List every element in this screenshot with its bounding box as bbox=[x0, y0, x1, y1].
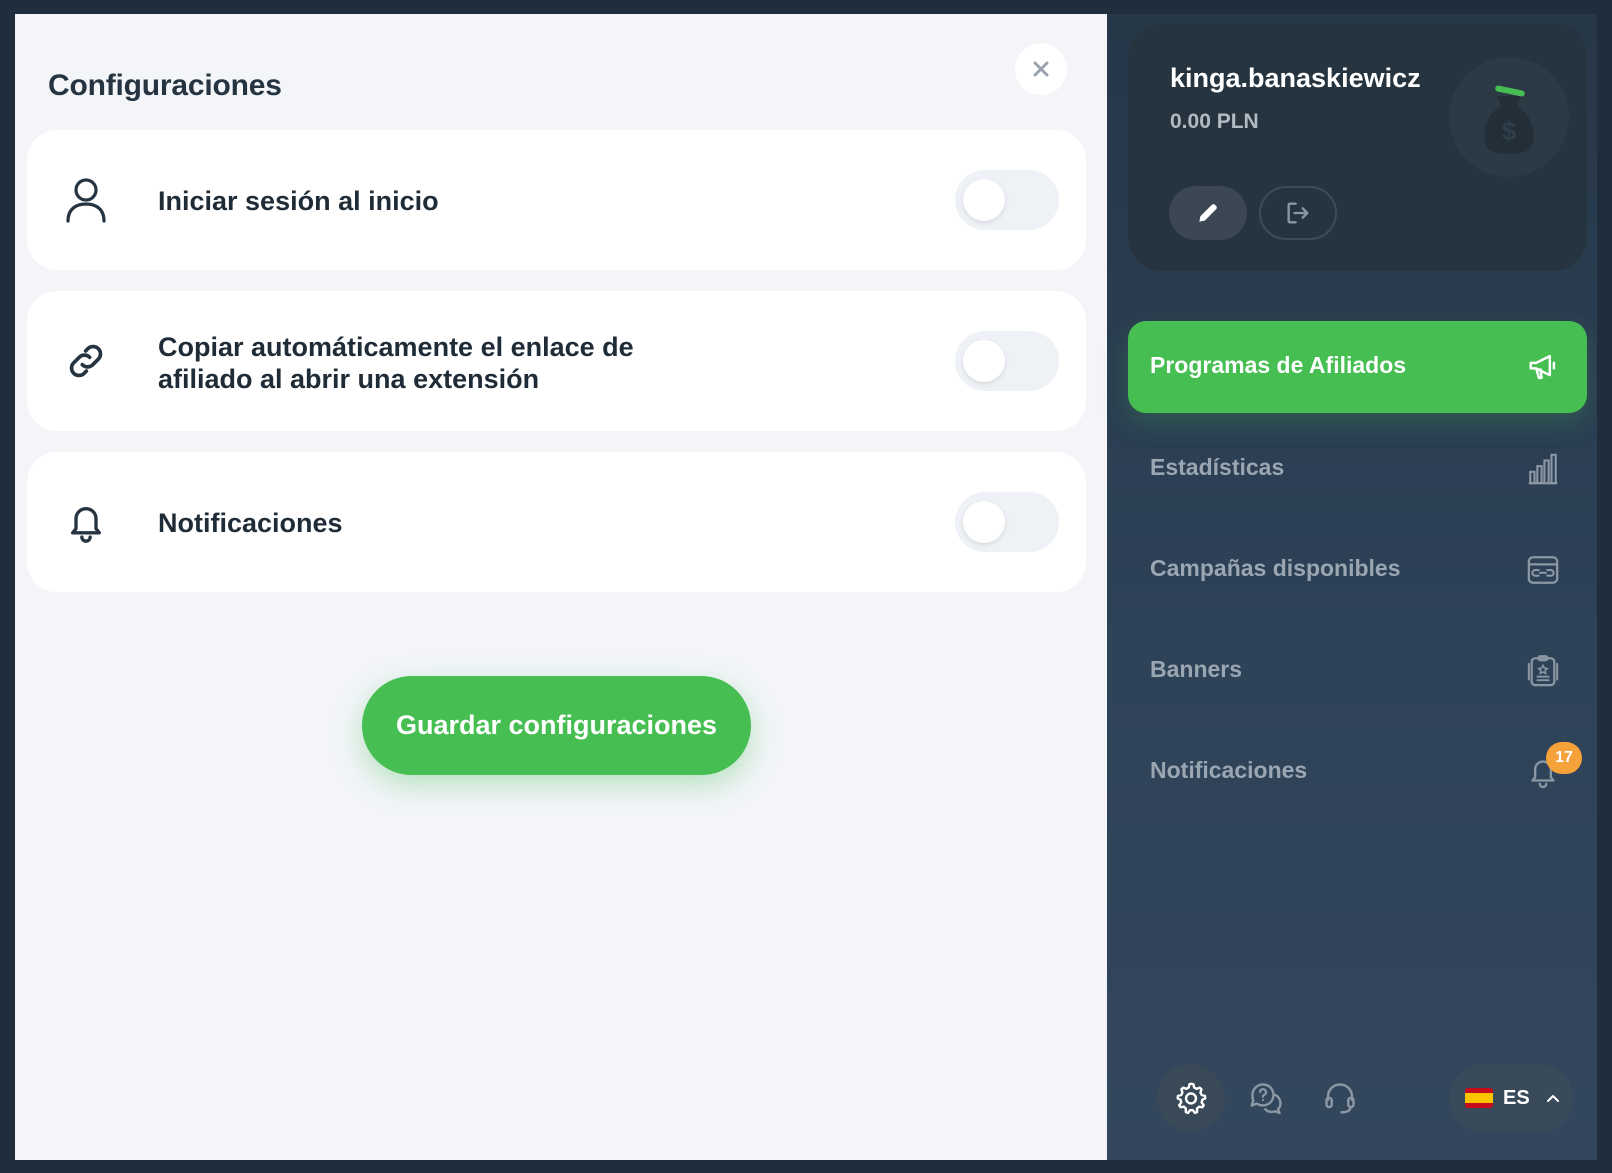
setting-label: Notificaciones bbox=[158, 508, 343, 538]
banner-clipboard-icon bbox=[1525, 653, 1561, 689]
nav-item-label: Banners bbox=[1150, 656, 1243, 682]
setting-card-login-on-startup: Iniciar sesión al inicio bbox=[27, 130, 1086, 270]
toggle-knob bbox=[963, 179, 1005, 221]
nav-item-label: Campañas disponibles bbox=[1150, 555, 1401, 581]
username: kinga.banaskiewicz bbox=[1170, 63, 1421, 93]
pencil-icon bbox=[1199, 204, 1217, 222]
balance: 0.00 PLN bbox=[1170, 110, 1259, 133]
language-selector[interactable]: ES bbox=[1449, 1064, 1573, 1132]
setting-card-notifications: Notificaciones bbox=[27, 452, 1086, 592]
settings-button[interactable] bbox=[1157, 1064, 1225, 1132]
setting-label: Copiar automáticamente el enlace de afil… bbox=[158, 331, 718, 395]
edit-profile-button[interactable] bbox=[1169, 186, 1247, 240]
notifications-toggle[interactable] bbox=[955, 492, 1059, 552]
setting-card-auto-copy-link: Copiar automáticamente el enlace de afil… bbox=[27, 291, 1086, 431]
setting-label-line-2: afiliado al abrir una extensión bbox=[158, 364, 540, 394]
nav-item-available-campaigns[interactable]: Campañas disponibles bbox=[1128, 524, 1587, 616]
toggle-knob bbox=[963, 340, 1005, 382]
faq-button[interactable] bbox=[1232, 1064, 1300, 1132]
save-settings-button[interactable]: Guardar configuraciones bbox=[362, 676, 751, 775]
user-icon bbox=[63, 177, 109, 223]
language-code: ES bbox=[1503, 1086, 1530, 1109]
support-button[interactable] bbox=[1306, 1064, 1374, 1132]
money-bag-avatar: $ bbox=[1449, 57, 1569, 177]
bottom-toolbar: ES bbox=[1107, 1064, 1597, 1144]
megaphone-icon bbox=[1525, 349, 1561, 385]
login-on-startup-toggle[interactable] bbox=[955, 170, 1059, 230]
close-button[interactable] bbox=[1015, 43, 1067, 95]
spain-flag-icon bbox=[1465, 1088, 1493, 1108]
nav-item-label: Estadísticas bbox=[1150, 454, 1285, 480]
logout-button[interactable] bbox=[1259, 186, 1337, 240]
gear-icon bbox=[1176, 1082, 1207, 1115]
notification-count-badge: 17 bbox=[1546, 742, 1582, 774]
page-title: Configuraciones bbox=[48, 69, 282, 102]
money-bag-icon: $ bbox=[1484, 85, 1534, 154]
nav-item-label: Notificaciones bbox=[1150, 757, 1308, 783]
headset-icon bbox=[1325, 1083, 1355, 1114]
chevron-up-icon bbox=[1546, 1095, 1559, 1102]
nav-item-affiliate-programs[interactable]: Programas de Afiliados bbox=[1128, 321, 1587, 413]
nav-item-statistics[interactable]: Estadísticas bbox=[1128, 423, 1587, 515]
svg-text:$: $ bbox=[1502, 116, 1517, 146]
auto-copy-link-toggle[interactable] bbox=[955, 331, 1059, 391]
bar-chart-icon bbox=[1525, 451, 1561, 487]
setting-label: Iniciar sesión al inicio bbox=[158, 186, 439, 216]
settings-panel: Configuraciones Iniciar sesión al inicio bbox=[15, 14, 1107, 1160]
setting-label-line-1: Copiar automáticamente el enlace de bbox=[158, 332, 634, 362]
sidebar: kinga.banaskiewicz 0.00 PLN $ Programas … bbox=[1107, 14, 1597, 1160]
logout-icon bbox=[1287, 202, 1309, 224]
chat-question-icon bbox=[1250, 1083, 1282, 1115]
nav-item-banners[interactable]: Banners bbox=[1128, 625, 1587, 717]
nav-item-label: Programas de Afiliados bbox=[1150, 352, 1407, 378]
bell-icon bbox=[63, 499, 109, 545]
account-card: kinga.banaskiewicz 0.00 PLN $ bbox=[1128, 23, 1587, 271]
link-icon bbox=[63, 338, 109, 384]
close-icon bbox=[1033, 61, 1049, 77]
campaign-link-icon bbox=[1525, 552, 1561, 588]
nav-item-notifications[interactable]: Notificaciones 17 bbox=[1128, 726, 1587, 818]
toggle-knob bbox=[963, 501, 1005, 543]
app-window: Configuraciones Iniciar sesión al inicio bbox=[15, 14, 1597, 1160]
